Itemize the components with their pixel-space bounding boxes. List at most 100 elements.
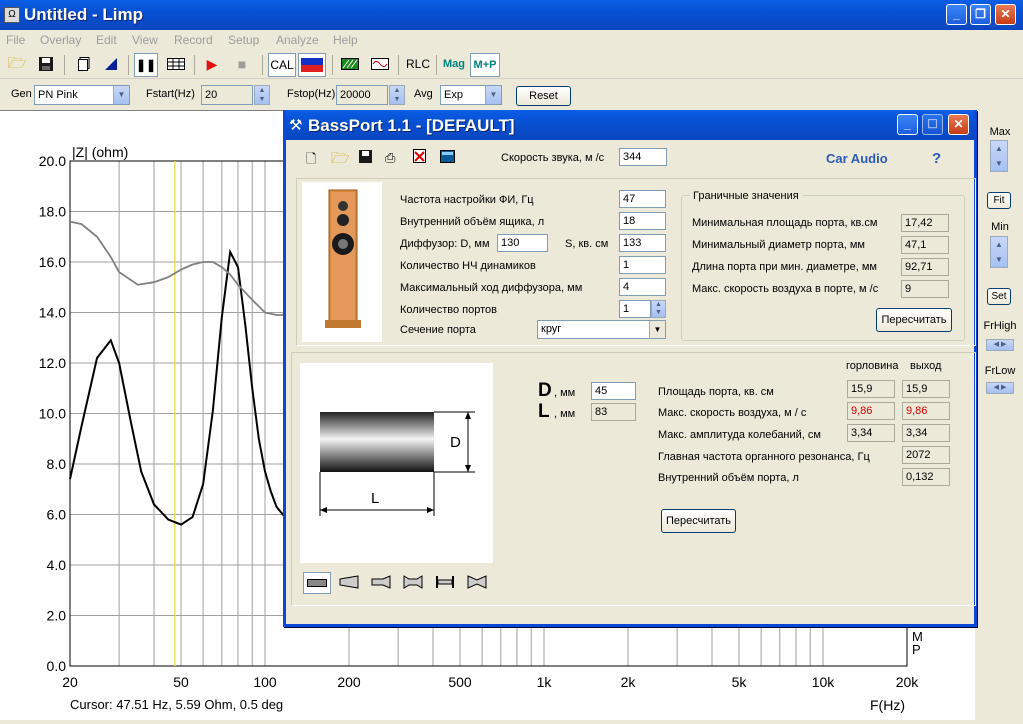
drivers-count-input[interactable]: 1 xyxy=(619,256,666,274)
port-shape-cone-icon[interactable] xyxy=(335,572,363,594)
menu-file[interactable]: File xyxy=(6,33,25,47)
port-row-label: Площадь порта, кв. см xyxy=(658,386,774,398)
fb-input[interactable]: 47 xyxy=(619,190,666,208)
fstart-spinner[interactable]: ▲ ▼ xyxy=(254,85,270,105)
delete-icon[interactable] xyxy=(413,149,426,166)
exit-value: 3,34 xyxy=(902,424,950,442)
sound-speed-input[interactable]: 344 xyxy=(619,148,667,166)
car-audio-link[interactable]: Car Audio xyxy=(826,151,888,166)
menu-edit[interactable]: Edit xyxy=(96,33,117,47)
set-button[interactable]: Set xyxy=(987,288,1011,305)
speaker-icon xyxy=(325,189,361,328)
ports-count-spinner[interactable]: ▲ ▼ xyxy=(651,300,666,318)
marker-icon[interactable] xyxy=(99,53,123,77)
menu-setup[interactable]: Setup xyxy=(228,33,259,47)
limits-recalc-button[interactable]: Пересчитать xyxy=(876,308,952,332)
section-label: Сечение порта xyxy=(400,324,476,336)
bars-icon[interactable] xyxy=(338,53,362,77)
x-tick-label: 500 xyxy=(448,674,472,690)
bassport-window[interactable]: ⚒ BassPort 1.1 - [DEFAULT] _ ☐ ✕ 🗋 🗁 ⎙ С… xyxy=(283,110,977,627)
limits-title: Граничные значения xyxy=(690,190,802,202)
chevron-down-icon[interactable]: ▼ xyxy=(485,86,501,104)
y-tick-label: 10.0 xyxy=(39,406,66,422)
reset-button[interactable]: Reset xyxy=(516,86,571,106)
minimize-button[interactable]: _ xyxy=(946,4,967,25)
avg-select[interactable]: Exp ▼ xyxy=(440,85,502,105)
gen-select[interactable]: PN Pink ▼ xyxy=(34,85,130,105)
fit-button[interactable]: Fit xyxy=(987,192,1011,209)
ports-count-input[interactable]: 1 xyxy=(619,300,651,318)
calculator-icon[interactable] xyxy=(440,150,455,166)
open-folder-icon[interactable]: 🗁 xyxy=(5,53,29,77)
ports-count-label: Количество портов xyxy=(400,304,497,316)
help-icon[interactable]: ? xyxy=(932,150,941,167)
l-letter: L xyxy=(538,401,550,422)
x-tick-label: 1k xyxy=(537,674,553,690)
y-tick-label: 12.0 xyxy=(39,355,66,371)
bp-minimize-button[interactable]: _ xyxy=(897,114,918,135)
port-row-label: Макс. амплитуда колебаний, см xyxy=(658,429,821,441)
max-spinner[interactable]: ▲ ▼ xyxy=(990,140,1008,172)
min-spinner[interactable]: ▲ ▼ xyxy=(990,236,1008,268)
mp-button[interactable]: M+P xyxy=(470,53,500,77)
diffuser-s-input[interactable]: 133 xyxy=(619,234,666,252)
print-icon[interactable]: ⎙ xyxy=(385,150,395,166)
xmax-input[interactable]: 4 xyxy=(619,278,666,296)
fstart-label: Fstart(Hz) xyxy=(146,88,195,100)
menu-analyze[interactable]: Analyze xyxy=(276,33,319,47)
menu-view[interactable]: View xyxy=(132,33,158,47)
fstop-spinner[interactable]: ▲ ▼ xyxy=(389,85,405,105)
menu-record[interactable]: Record xyxy=(174,33,213,47)
wave-icon[interactable] xyxy=(368,53,392,77)
main-title-bar[interactable]: Ω Untitled - Limp _ ❐ ✕ xyxy=(0,0,1023,30)
bp-maximize-button[interactable]: ☐ xyxy=(922,114,943,135)
bp-close-button[interactable]: ✕ xyxy=(948,114,969,135)
port-shape-double-flare-icon[interactable] xyxy=(399,572,427,594)
play-icon[interactable]: ▶ xyxy=(200,53,224,77)
section-select[interactable]: круг ▼ xyxy=(537,320,666,339)
min-label: Min xyxy=(991,221,1009,233)
save-icon[interactable] xyxy=(34,53,58,77)
x-tick-label: 20 xyxy=(62,674,78,690)
copy-icon[interactable] xyxy=(72,53,96,77)
chevron-down-icon[interactable]: ▼ xyxy=(113,86,129,104)
bassport-title-bar[interactable]: ⚒ BassPort 1.1 - [DEFAULT] _ ☐ ✕ xyxy=(286,110,974,140)
chevron-down-icon[interactable]: ▼ xyxy=(649,321,665,338)
cal-button[interactable]: CAL xyxy=(268,53,296,77)
pause-icon[interactable]: ❚❚ xyxy=(134,53,158,77)
diffuser-d-input[interactable]: 130 xyxy=(497,234,548,252)
save-icon[interactable] xyxy=(359,150,372,166)
port-shape-flare-icon[interactable] xyxy=(367,572,395,594)
color-toggle-icon[interactable] xyxy=(298,53,326,77)
restore-button[interactable]: ❐ xyxy=(970,4,991,25)
tools-icon: ⚒ xyxy=(289,117,303,134)
volume-input[interactable]: 18 xyxy=(619,212,666,230)
impedance-series-line xyxy=(69,220,288,316)
rlc-button[interactable]: RLC xyxy=(404,53,432,77)
y-tick-label: 0.0 xyxy=(47,658,67,674)
fstop-input[interactable]: 20000 xyxy=(336,85,388,105)
speaker-image xyxy=(302,182,382,342)
table-icon[interactable] xyxy=(164,53,188,77)
frlow-spinner[interactable]: ◀ ▶ xyxy=(986,382,1014,394)
exit-value: 15,9 xyxy=(902,380,950,398)
y-tick-label: 18.0 xyxy=(39,204,66,220)
new-file-icon[interactable]: 🗋 xyxy=(306,150,316,172)
app-icon[interactable]: Ω xyxy=(4,7,20,23)
drivers-count-label: Количество НЧ динамиков xyxy=(400,260,536,272)
port-shape-hourglass-icon[interactable] xyxy=(463,572,491,594)
frhigh-spinner[interactable]: ◀ ▶ xyxy=(986,339,1014,351)
limit-label: Минимальная площадь порта, кв.см xyxy=(692,217,878,229)
port-shape-straight-icon[interactable] xyxy=(303,572,331,594)
port-recalc-button[interactable]: Пересчитать xyxy=(661,509,736,533)
close-button[interactable]: ✕ xyxy=(995,4,1016,25)
exit-header: выход xyxy=(910,360,942,372)
port-shape-flange-icon[interactable] xyxy=(431,572,459,594)
menu-help[interactable]: Help xyxy=(333,33,358,47)
mag-button[interactable]: Mag xyxy=(440,53,468,77)
fstart-input[interactable]: 20 xyxy=(201,85,253,105)
open-folder-icon[interactable]: 🗁 xyxy=(331,148,350,173)
menu-overlay[interactable]: Overlay xyxy=(40,33,81,47)
port-d-input[interactable]: 45 xyxy=(591,382,636,400)
stop-icon[interactable]: ■ xyxy=(230,53,254,77)
